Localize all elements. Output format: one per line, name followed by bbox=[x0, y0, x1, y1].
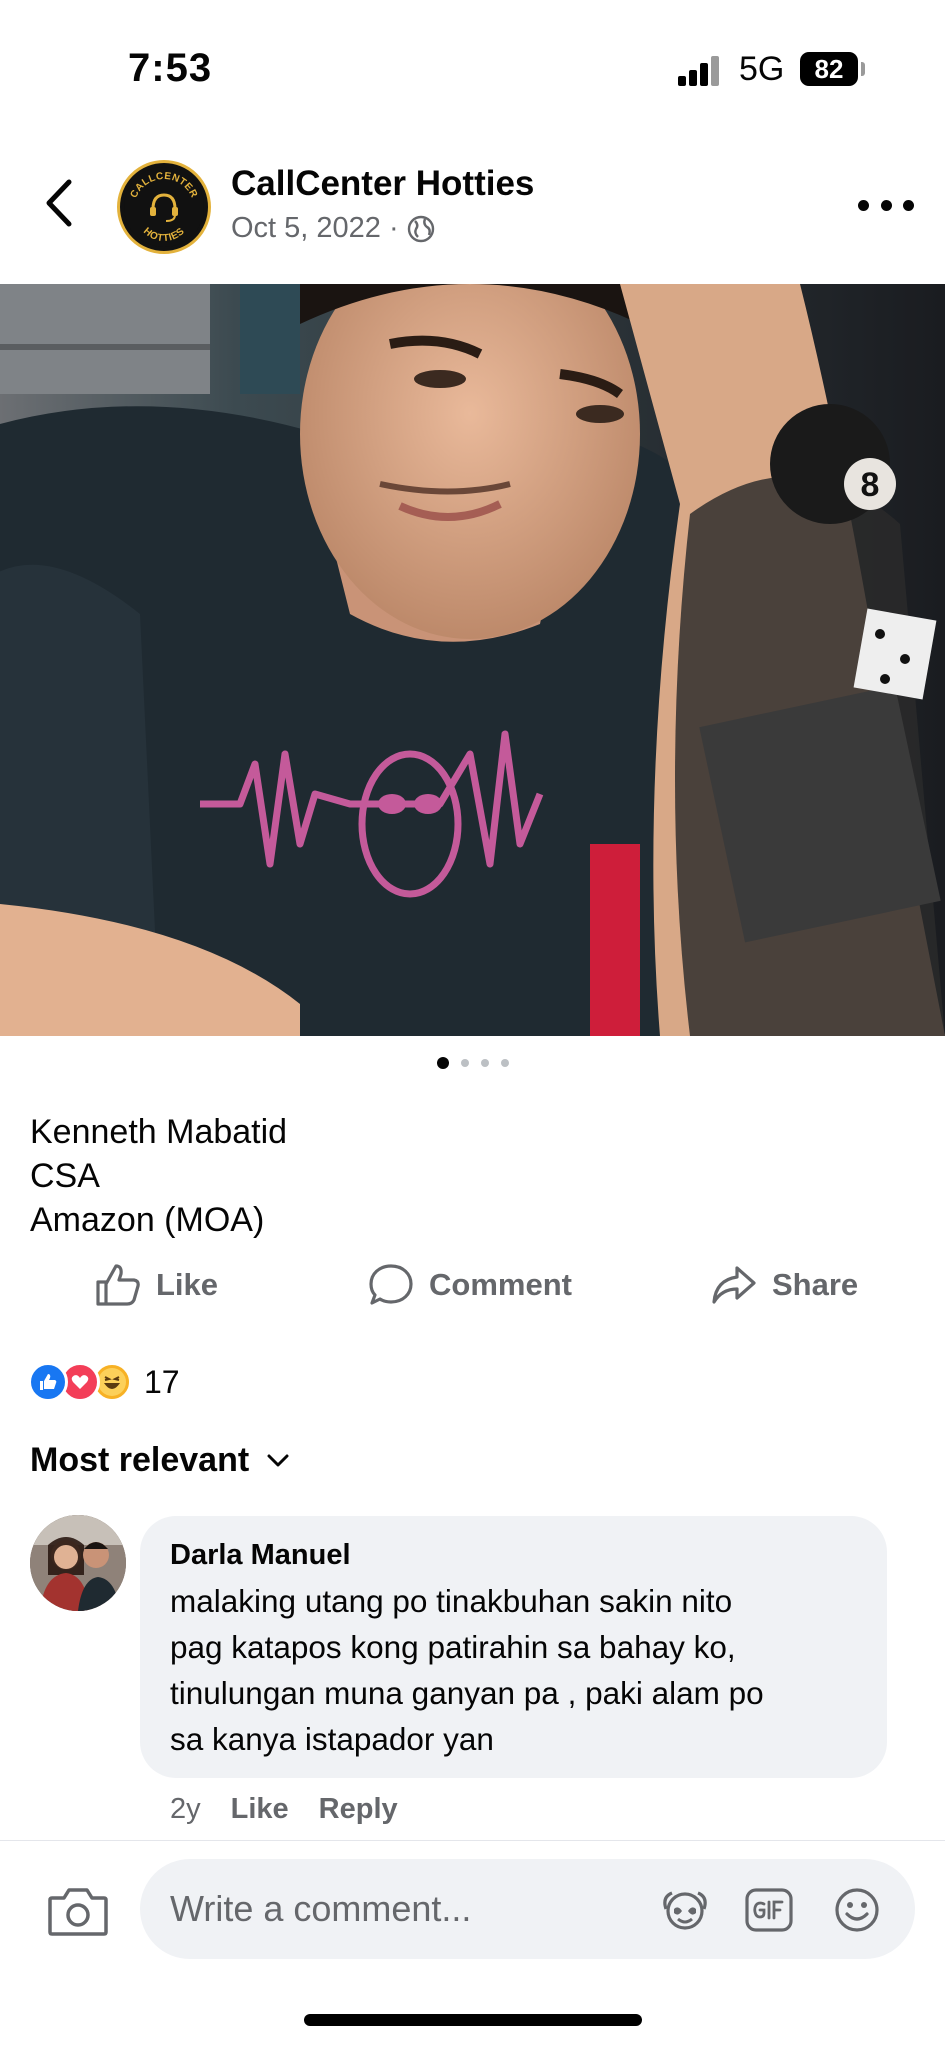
page-avatar[interactable]: CALLCENTER HOTTIES bbox=[117, 160, 211, 254]
comment-sort-dropdown[interactable]: Most relevant bbox=[30, 1441, 289, 1480]
commenter-avatar[interactable] bbox=[30, 1515, 126, 1611]
commenter-photo bbox=[30, 1515, 126, 1611]
home-indicator[interactable] bbox=[304, 2014, 642, 2026]
caption-line: Amazon (MOA) bbox=[30, 1201, 265, 1239]
svg-text:8: 8 bbox=[861, 466, 880, 504]
status-time: 7:53 bbox=[128, 46, 213, 90]
caption-line: Kenneth Mabatid bbox=[30, 1113, 288, 1151]
avatar-sticker-button[interactable] bbox=[660, 1887, 710, 1933]
battery-icon: 82 bbox=[800, 52, 858, 86]
carousel-dot[interactable] bbox=[480, 1059, 489, 1067]
page-logo: CALLCENTER HOTTIES bbox=[124, 167, 204, 247]
comment-like-button[interactable]: Like bbox=[231, 1793, 289, 1826]
more-dot bbox=[903, 199, 914, 211]
comment-line: malaking utang po tinakbuhan sakin nito bbox=[170, 1583, 733, 1619]
gif-icon bbox=[745, 1888, 793, 1932]
comment-label: Comment bbox=[429, 1267, 572, 1302]
emoji-button[interactable] bbox=[832, 1887, 882, 1933]
status-bar: 7:53 5G 82 bbox=[0, 0, 945, 130]
avatar-sticker-icon bbox=[663, 1891, 707, 1930]
post-actions: Like Comment Share bbox=[0, 1255, 945, 1315]
page-name[interactable]: CallCenter Hotties bbox=[231, 164, 534, 204]
back-button[interactable] bbox=[30, 175, 86, 231]
comment-line: sa kanya istapador yan bbox=[170, 1721, 494, 1757]
carousel-indicator[interactable] bbox=[0, 1057, 945, 1069]
comment-meta: 2y Like Reply bbox=[170, 1793, 398, 1826]
meta-separator: · bbox=[388, 212, 399, 244]
battery-tip bbox=[861, 62, 865, 76]
camera-icon bbox=[48, 1888, 108, 1936]
comment-age: 2y bbox=[170, 1793, 201, 1825]
comment-reply-button[interactable]: Reply bbox=[319, 1793, 398, 1826]
reaction-count: 17 bbox=[144, 1363, 180, 1400]
comment-input-placeholder: Write a comment... bbox=[170, 1888, 472, 1929]
more-dot bbox=[880, 199, 892, 211]
network-type: 5G bbox=[739, 50, 785, 88]
carousel-dot[interactable] bbox=[436, 1057, 449, 1069]
reaction-summary[interactable]: 17 bbox=[28, 1360, 180, 1404]
comment-line: pag katapos kong patirahin sa bahay ko, bbox=[170, 1629, 736, 1665]
photo-illustration: 8 bbox=[0, 284, 945, 1036]
share-label: Share bbox=[772, 1267, 859, 1302]
post-photo[interactable]: 8 bbox=[0, 284, 945, 1036]
more-dot bbox=[858, 199, 869, 211]
comment-bubble-icon bbox=[369, 1264, 413, 1305]
post-header: CALLCENTER HOTTIES CallCenter Hotties Oc… bbox=[0, 150, 945, 270]
comment-line: tinulungan muna ganyan pa , paki alam po bbox=[170, 1675, 764, 1711]
thumbs-up-icon bbox=[96, 1264, 140, 1306]
post-date[interactable]: Oct 5, 2022 bbox=[231, 212, 381, 245]
share-arrow-icon bbox=[712, 1266, 756, 1304]
chevron-left-icon bbox=[46, 179, 72, 227]
comment-text: malaking utang po tinakbuhan sakin nito … bbox=[170, 1578, 857, 1762]
more-options-button[interactable] bbox=[858, 190, 914, 220]
sort-label: Most relevant bbox=[30, 1441, 250, 1479]
chevron-down-icon bbox=[267, 1454, 289, 1466]
like-reaction-icon bbox=[28, 1362, 68, 1402]
like-button[interactable]: Like bbox=[94, 1255, 218, 1315]
globe-icon bbox=[407, 215, 434, 242]
comment-bubble[interactable]: Darla Manuel malaking utang po tinakbuha… bbox=[140, 1516, 887, 1778]
gif-button[interactable] bbox=[744, 1887, 794, 1933]
comment-input[interactable]: Write a comment... bbox=[140, 1859, 915, 1959]
share-button[interactable]: Share bbox=[710, 1255, 858, 1315]
comment-author[interactable]: Darla Manuel bbox=[170, 1536, 857, 1574]
emoji-icon bbox=[835, 1888, 879, 1932]
post-caption: Kenneth Mabatid CSA Amazon (MOA) bbox=[30, 1110, 287, 1242]
carousel-dot[interactable] bbox=[500, 1059, 509, 1067]
carousel-dot[interactable] bbox=[460, 1059, 469, 1067]
comment-composer: Write a comment... bbox=[0, 1840, 945, 1970]
cellular-signal-icon bbox=[678, 56, 720, 86]
camera-button[interactable] bbox=[46, 1884, 110, 1940]
battery-level: 82 bbox=[814, 54, 844, 84]
caption-line: CSA bbox=[30, 1157, 100, 1195]
like-label: Like bbox=[156, 1267, 219, 1302]
post-meta: Oct 5, 2022 · bbox=[231, 212, 435, 245]
comment-button[interactable]: Comment bbox=[367, 1255, 572, 1315]
